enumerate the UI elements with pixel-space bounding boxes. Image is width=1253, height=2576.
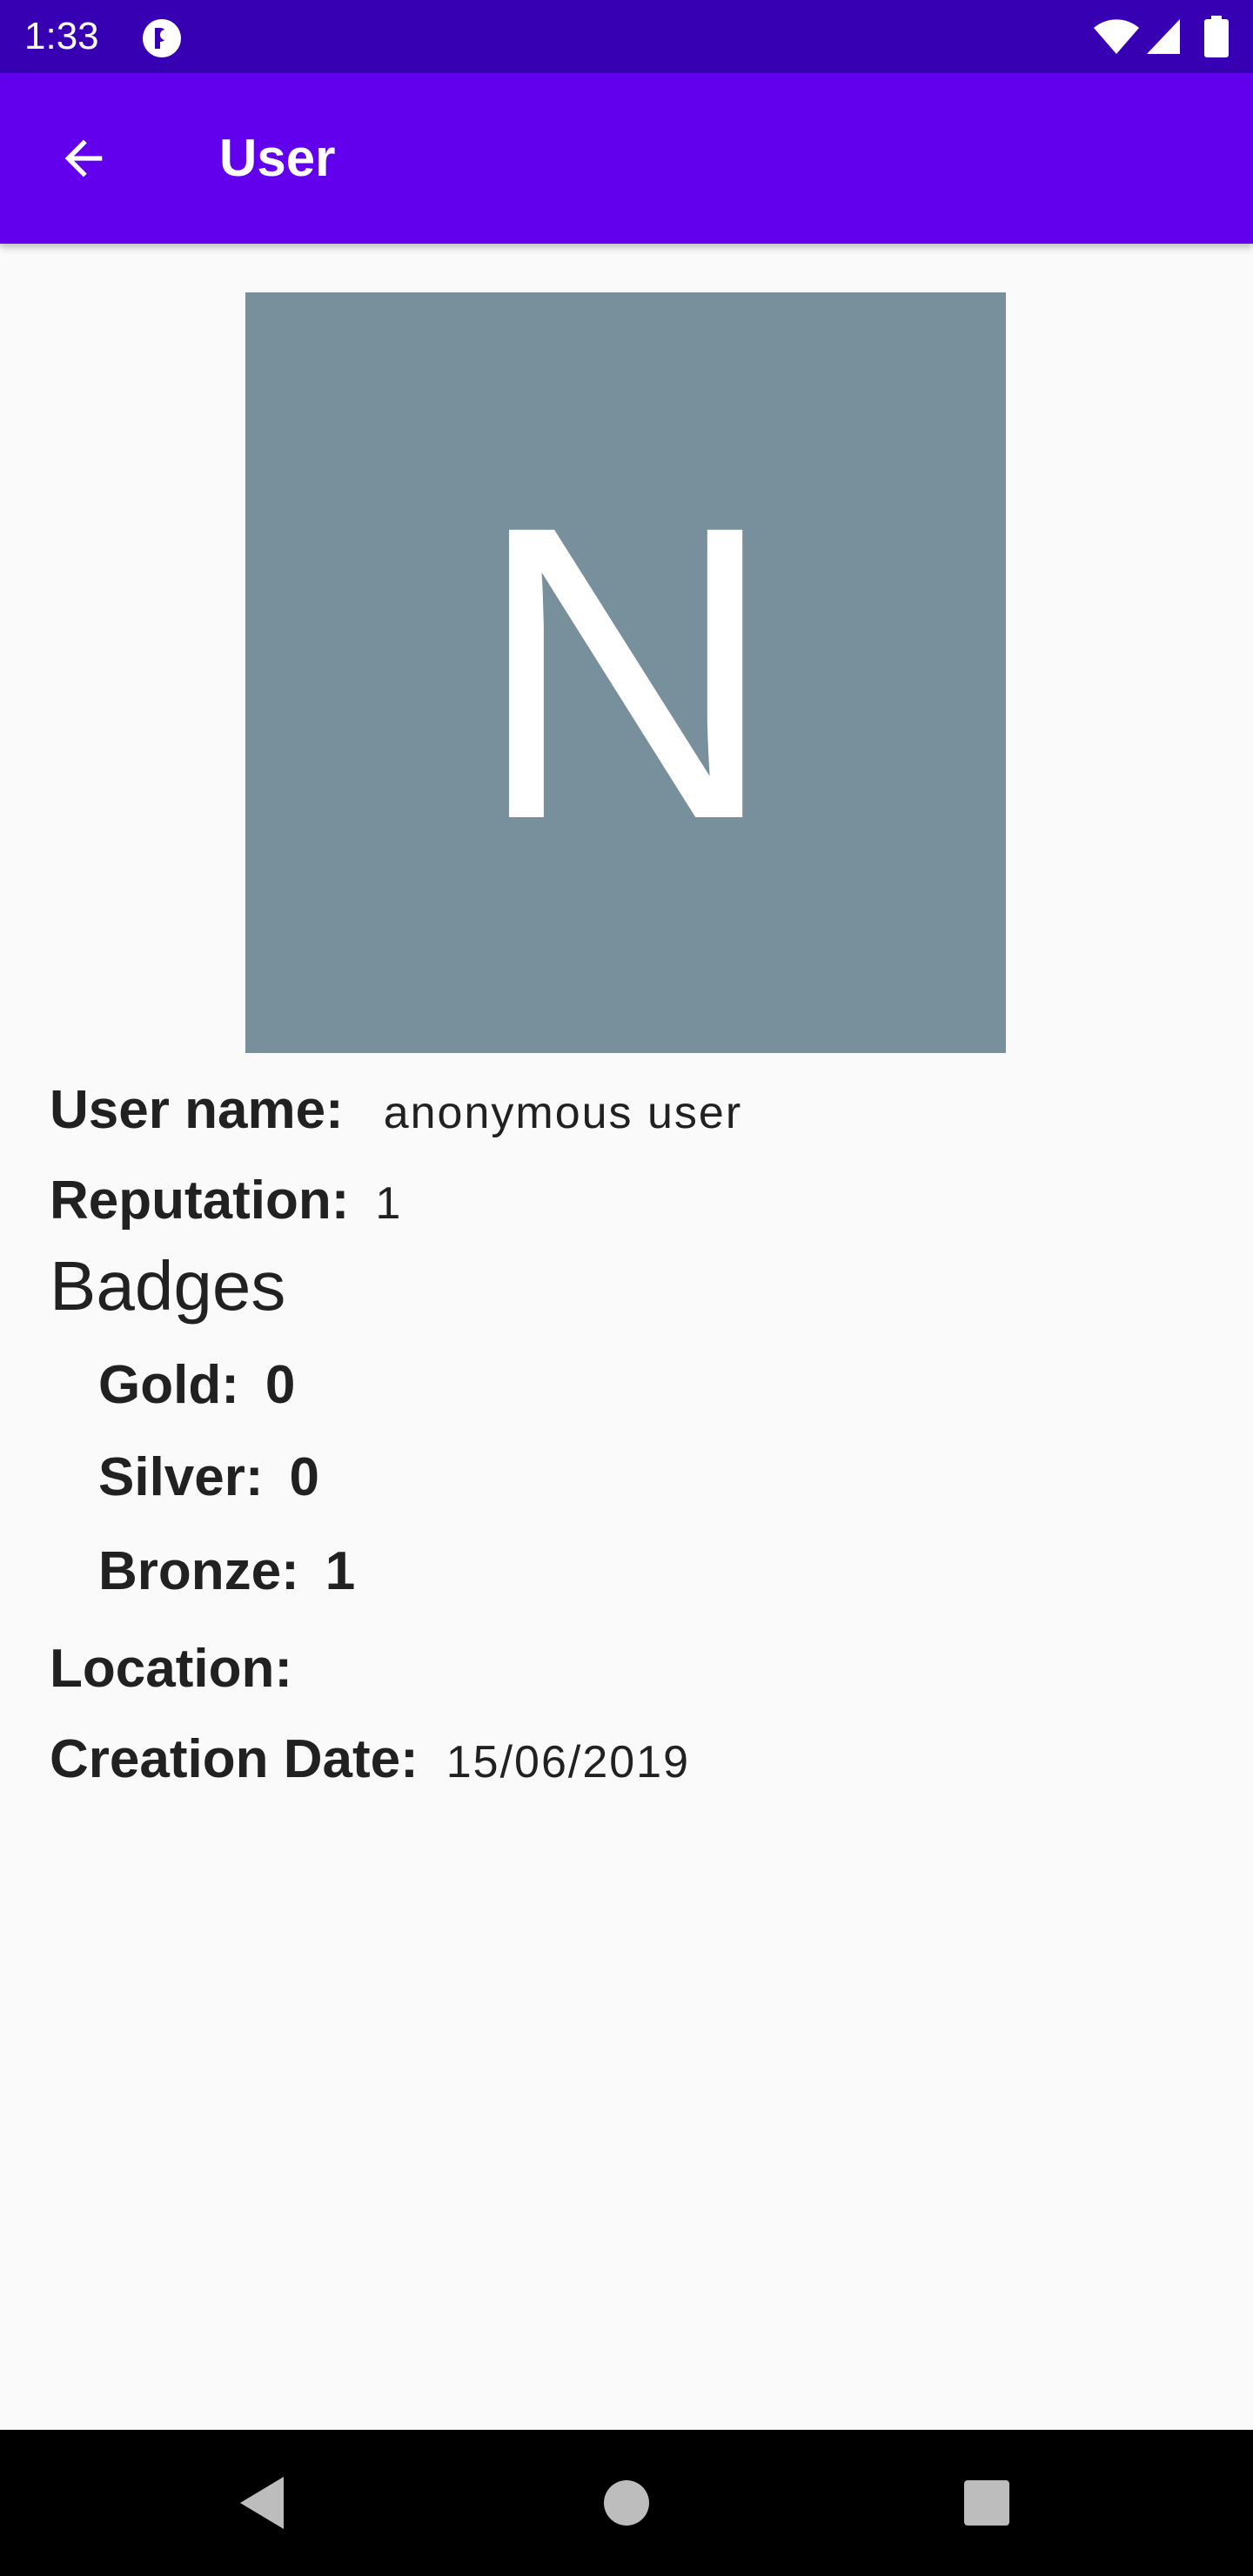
avatar-letter: N bbox=[474, 439, 777, 906]
page-title: User bbox=[219, 129, 336, 187]
gold-value: 0 bbox=[265, 1355, 296, 1415]
silver-value: 0 bbox=[289, 1447, 320, 1507]
avatar: N bbox=[245, 292, 1006, 1053]
nav-home-icon[interactable] bbox=[602, 2479, 651, 2527]
wifi-icon bbox=[1092, 17, 1141, 56]
creation-date-label: Creation Date: bbox=[50, 1729, 419, 1789]
battery-icon bbox=[1204, 16, 1229, 57]
status-bar: 1:33 bbox=[0, 0, 1253, 73]
gold-badge-row: Gold: 0 bbox=[98, 1354, 295, 1416]
location-label: Location: bbox=[50, 1639, 292, 1699]
nav-back-icon[interactable] bbox=[237, 2473, 289, 2532]
signal-icon bbox=[1145, 17, 1182, 56]
creation-date-row: Creation Date: 15/06/2019 bbox=[50, 1728, 690, 1790]
username-label: User name: bbox=[50, 1080, 344, 1140]
reputation-value: 1 bbox=[375, 1178, 401, 1229]
location-row: Location: bbox=[50, 1638, 318, 1700]
nav-recents-icon[interactable] bbox=[964, 2480, 1009, 2526]
username-row: User name: anonymous user bbox=[50, 1079, 742, 1141]
creation-date-value: 15/06/2019 bbox=[446, 1737, 691, 1788]
status-time: 1:33 bbox=[24, 15, 99, 57]
back-button[interactable] bbox=[42, 117, 125, 200]
bronze-value: 1 bbox=[325, 1541, 356, 1601]
app-bar: User bbox=[0, 73, 1253, 244]
silver-badge-row: Silver: 0 bbox=[98, 1446, 319, 1508]
arrow-left-icon bbox=[64, 139, 103, 178]
system-nav-bar bbox=[0, 2430, 1253, 2576]
bronze-label: Bronze: bbox=[98, 1541, 299, 1601]
bronze-badge-row: Bronze: 1 bbox=[98, 1540, 355, 1602]
badges-heading: Badges bbox=[50, 1247, 286, 1325]
app-notification-icon bbox=[141, 17, 183, 59]
username-value: anonymous user bbox=[383, 1088, 743, 1138]
silver-label: Silver: bbox=[98, 1447, 264, 1507]
gold-label: Gold: bbox=[98, 1355, 239, 1415]
reputation-row: Reputation: 1 bbox=[50, 1170, 400, 1231]
reputation-label: Reputation: bbox=[50, 1171, 350, 1231]
